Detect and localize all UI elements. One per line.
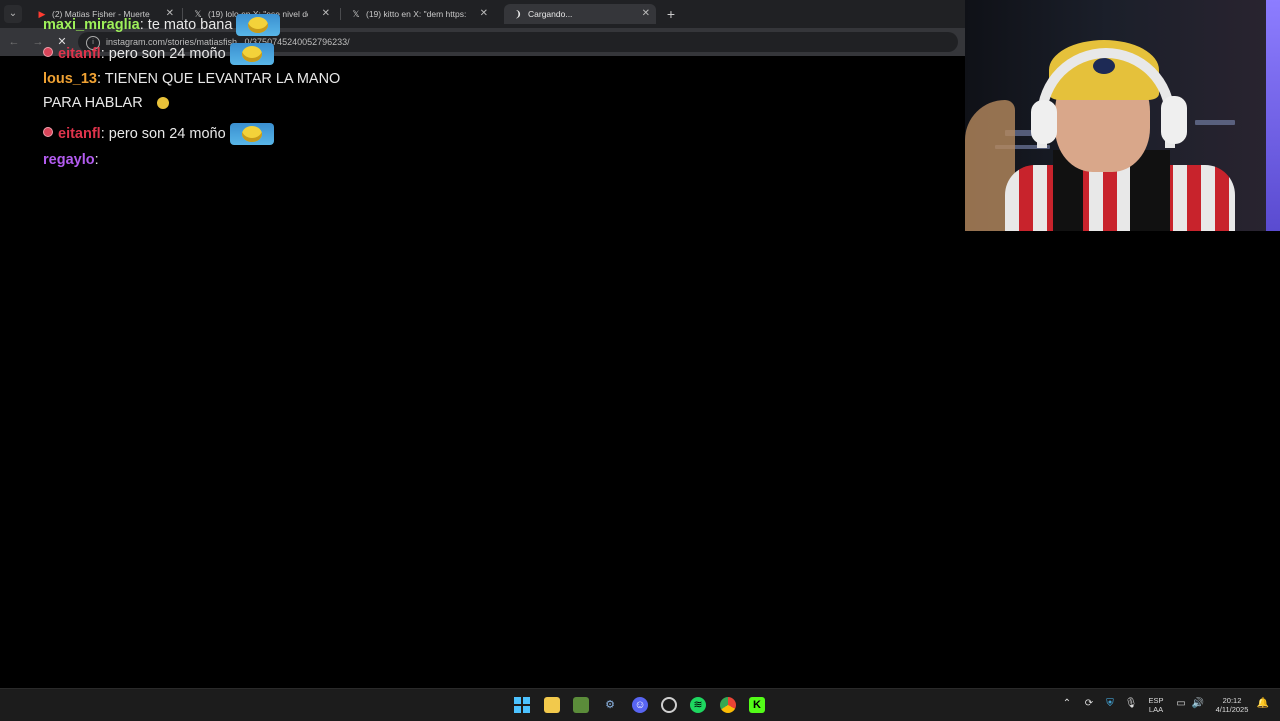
tab-loading[interactable]: ❩ Cargando... ✕ (504, 4, 656, 24)
spotify-icon[interactable]: ≋ (690, 697, 706, 713)
clock-time: 20:12 (1222, 696, 1242, 705)
striped-shirt (1005, 165, 1235, 231)
headphone-earcup (1161, 96, 1187, 144)
chrome-icon[interactable] (720, 697, 736, 713)
laughing-emote-icon (236, 14, 281, 36)
back-arrow-icon[interactable]: ← (6, 34, 22, 50)
language-indicator[interactable]: ESP LAA (1146, 696, 1166, 714)
tab-separator (340, 8, 341, 20)
file-explorer-icon[interactable] (544, 697, 560, 713)
volume-icon[interactable]: 🔊 (1191, 697, 1205, 711)
purple-light (1266, 0, 1280, 231)
clock[interactable]: 20:12 4/11/2025 (1210, 696, 1254, 714)
chat-message: eitanfl: pero son 24 moño (43, 123, 274, 145)
windows-taskbar: ⚙ ☺ ≋ K ⌃ ⟳ ⛨ 🎙 ESP LAA ▭ 🔊 20:12 4/11/2… (0, 688, 1280, 721)
chat-text: PARA HABLAR (43, 95, 143, 111)
chat-username: lous_13 (43, 71, 97, 87)
chat-username: eitanfl (58, 45, 101, 62)
tab-label: Cargando... (528, 9, 573, 19)
close-icon[interactable]: ✕ (480, 4, 488, 24)
chat-message-continuation: PARA HABLAR (43, 95, 169, 111)
chat-text: : (94, 152, 99, 168)
scarf (1130, 150, 1170, 231)
microphone-icon[interactable]: 🎙 (1124, 697, 1138, 711)
minecraft-icon[interactable] (573, 697, 589, 713)
chat-username: regaylo (43, 152, 95, 168)
emoji-icon (156, 97, 169, 110)
chat-message: maxi_miraglia: te mato bana (43, 14, 281, 36)
tab-x-kitto[interactable]: 𝕏 (19) kitto en X: "dem https://t.c ✕ (342, 4, 494, 24)
chat-text: : te mato bana (139, 16, 233, 33)
city-lights (1195, 120, 1235, 125)
clock-date: 4/11/2025 (1215, 705, 1249, 714)
security-shield-icon[interactable]: ⛨ (1103, 697, 1117, 711)
x-icon: 𝕏 (352, 9, 360, 19)
chat-text: : pero son 24 moño (100, 45, 226, 62)
network-icon[interactable]: ▭ (1174, 697, 1188, 711)
headphone-earcup (1031, 100, 1057, 144)
new-tab-button[interactable]: + (664, 4, 678, 24)
subscriber-badge-icon (43, 46, 53, 57)
windows-start-icon[interactable] (514, 697, 530, 713)
discord-icon[interactable]: ☺ (632, 697, 648, 713)
chat-message: regaylo: (43, 152, 99, 168)
language-code: ESP (1148, 696, 1164, 705)
language-layout: LAA (1148, 705, 1164, 714)
notification-bell-icon[interactable]: 🔔 (1256, 697, 1270, 711)
chat-text: : pero son 24 moño (100, 125, 226, 142)
laughing-emote-icon (229, 43, 274, 65)
tab-search-chevron-icon[interactable]: ⌄ (4, 5, 22, 23)
chat-message: lous_13: TIENEN QUE LEVANTAR LA MANO (43, 71, 340, 87)
close-icon[interactable]: ✕ (642, 4, 650, 24)
chat-message: eitanfl: pero son 24 moño (43, 43, 274, 65)
subscriber-badge-icon (43, 126, 53, 137)
webcam-overlay (965, 0, 1280, 231)
close-icon[interactable]: ✕ (322, 4, 330, 24)
steam-icon[interactable]: ⚙ (602, 697, 618, 713)
chat-text: : TIENEN QUE LEVANTAR LA MANO (97, 71, 341, 87)
chat-username: eitanfl (58, 125, 101, 142)
laughing-emote-icon (229, 123, 274, 145)
show-hidden-icons-chevron-icon[interactable]: ⌃ (1060, 697, 1074, 711)
tab-label: (19) kitto en X: "dem https://t.c (366, 9, 466, 19)
obs-icon[interactable] (661, 697, 677, 713)
sync-icon[interactable]: ⟳ (1082, 697, 1096, 711)
kick-icon[interactable]: K (749, 697, 765, 713)
loading-icon: ❩ (514, 9, 522, 19)
chat-username: maxi_miraglia (43, 16, 140, 33)
